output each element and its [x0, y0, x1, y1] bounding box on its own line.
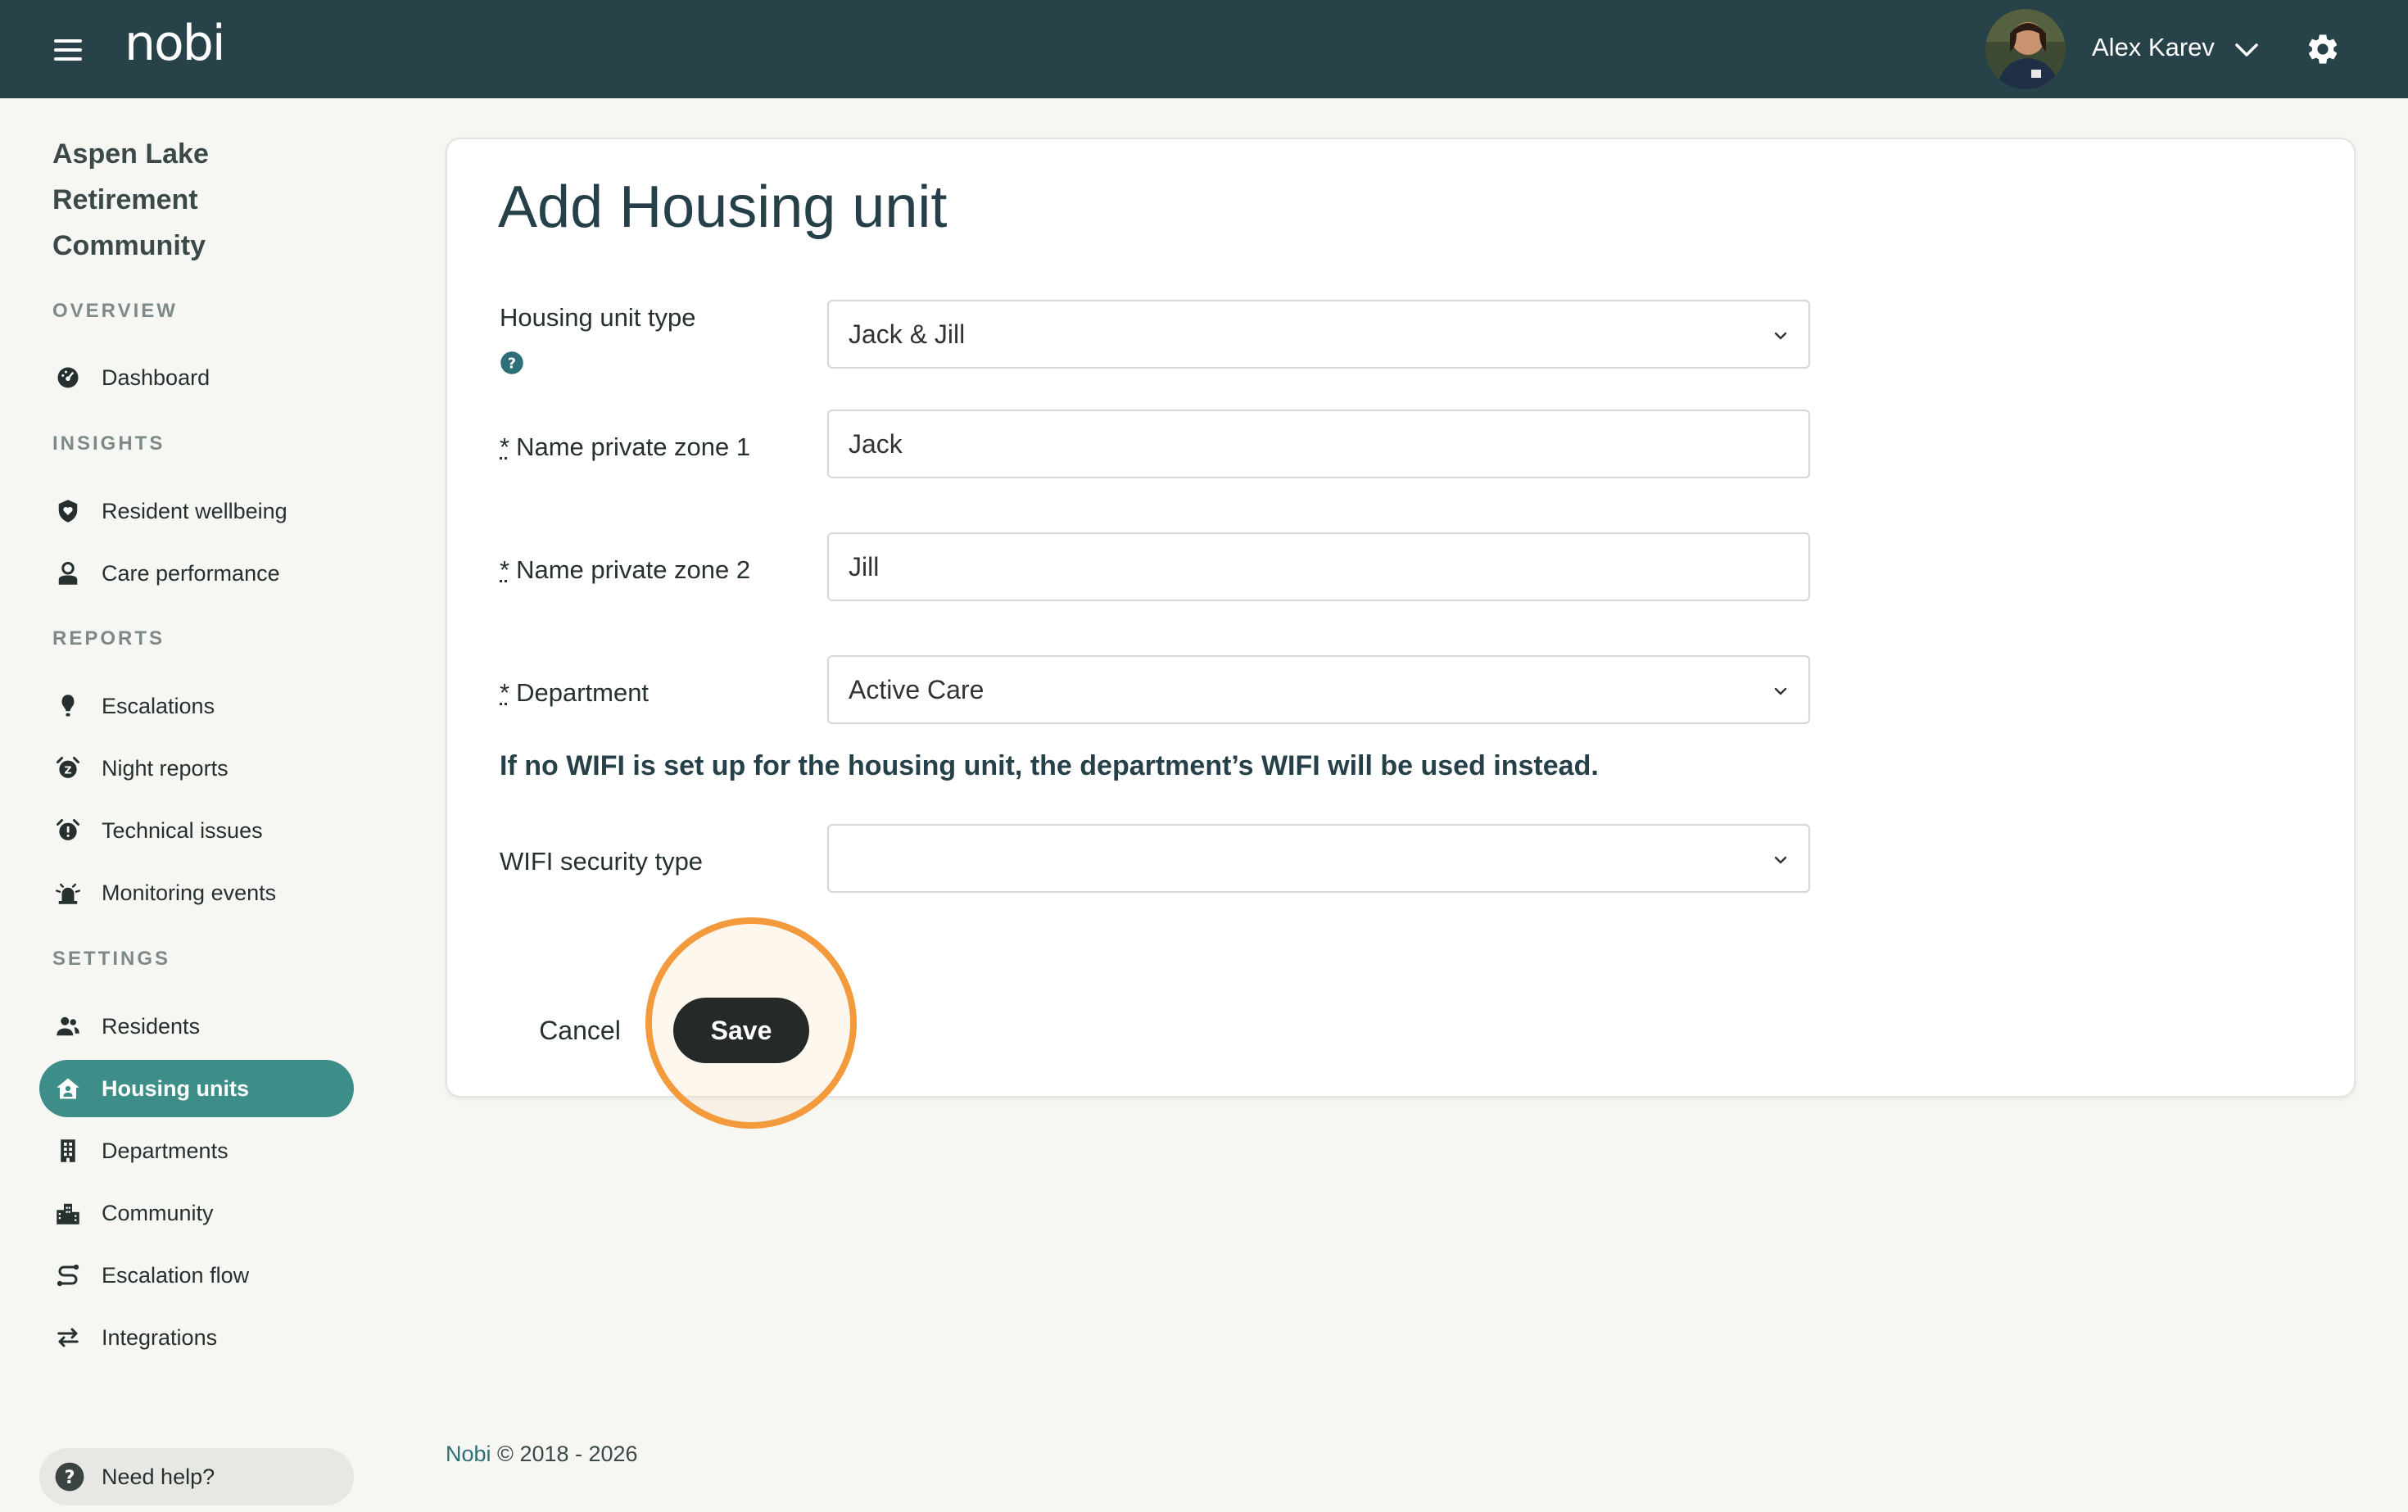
arrows-exchange-icon [57, 1328, 79, 1347]
wifi-security-label: WIFI security type [500, 847, 704, 876]
housing-unit-type-label: Housing unit type [500, 303, 696, 332]
need-help-button[interactable]: ? Need help? [39, 1448, 354, 1505]
siren-icon [56, 883, 80, 904]
dashboard-icon [57, 367, 79, 388]
sidebar-item-label: Residents [102, 1013, 201, 1039]
required-mark: * [500, 555, 510, 584]
housing-unit-type-select[interactable]: Jack & Jill [827, 300, 1810, 369]
section-reports: REPORTS [52, 627, 165, 650]
user-name[interactable]: Alex Karev [2092, 33, 2215, 62]
sidebar-item-technical-issues[interactable]: Technical issues [39, 802, 354, 859]
sidebar-item-escalations[interactable]: Escalations [39, 677, 354, 735]
svg-text:?: ? [65, 1467, 75, 1488]
wifi-security-select[interactable] [827, 824, 1810, 893]
department-label-text: Department [516, 678, 650, 707]
section-settings: SETTINGS [52, 948, 171, 970]
city-icon [57, 1203, 79, 1225]
sidebar-item-care-performance[interactable]: Care performance [39, 545, 354, 602]
sidebar-item-label: Night reports [102, 755, 229, 781]
building-icon [61, 1139, 75, 1162]
people-icon [57, 1016, 79, 1036]
need-help-label: Need help? [102, 1464, 215, 1489]
save-button[interactable]: Save [673, 998, 809, 1063]
sidebar-item-label: Community [102, 1200, 214, 1225]
sidebar-item-residents[interactable]: Residents [39, 998, 354, 1055]
flow-icon [57, 1264, 79, 1287]
help-icon[interactable]: ? [500, 351, 524, 375]
department-label: * Department [500, 678, 649, 708]
gear-icon[interactable] [2305, 31, 2341, 67]
zone2-label: * Name private zone 2 [500, 555, 750, 585]
chevron-down-icon[interactable] [2233, 36, 2261, 64]
menu-icon[interactable] [54, 39, 82, 61]
sidebar-item-label: Escalation flow [102, 1262, 250, 1288]
shield-heart-icon [58, 500, 78, 523]
alarm-clock-icon: Z [57, 757, 79, 778]
zone2-input[interactable] [827, 532, 1810, 601]
zone2-label-text: Name private zone 2 [516, 555, 751, 584]
chevron-down-icon [1774, 856, 1787, 864]
sidebar-item-label: Resident wellbeing [102, 498, 287, 523]
sidebar-item-label: Housing units [102, 1075, 249, 1101]
sidebar-item-community[interactable]: Community [39, 1184, 354, 1242]
department-value: Active Care [849, 674, 984, 704]
alarm-warning-icon [57, 819, 79, 840]
nobi-logo[interactable]: nobi [124, 15, 225, 72]
sidebar-item-escalation-flow[interactable]: Escalation flow [39, 1247, 354, 1304]
sidebar-item-label: Technical issues [102, 817, 263, 843]
wifi-note: If no WIFI is set up for the housing uni… [500, 750, 1599, 781]
sidebar-item-label: Departments [102, 1138, 229, 1163]
zone1-label-text: Name private zone 1 [516, 432, 751, 461]
sidebar-item-night-reports[interactable]: Z Night reports [39, 740, 354, 797]
housing-unit-type-value: Jack & Jill [849, 319, 966, 349]
top-bar: nobi Alex Karev [0, 0, 2408, 98]
sidebar-item-resident-wellbeing[interactable]: Resident wellbeing [39, 482, 354, 540]
sidebar-item-departments[interactable]: Departments [39, 1122, 354, 1179]
sidebar-item-housing-units[interactable]: Housing units [39, 1060, 354, 1117]
footer-copyright: © 2018 - 2026 [497, 1442, 638, 1466]
question-icon: ? [55, 1462, 84, 1492]
department-select[interactable]: Active Care [827, 655, 1810, 724]
sidebar-item-label: Integrations [102, 1324, 218, 1350]
required-mark: * [500, 432, 510, 461]
section-overview: OVERVIEW [52, 300, 178, 322]
svg-text:Z: Z [64, 763, 71, 776]
chevron-down-icon [1774, 332, 1787, 340]
cancel-button[interactable]: Cancel [519, 996, 640, 1065]
house-person-icon [57, 1078, 79, 1099]
caregiver-icon [58, 562, 78, 585]
chevron-down-icon [1774, 687, 1787, 695]
alert-icon [61, 695, 75, 717]
footer-brand-link[interactable]: Nobi [446, 1442, 491, 1466]
zone1-label: * Name private zone 1 [500, 432, 750, 462]
sidebar-item-dashboard[interactable]: Dashboard [39, 349, 354, 406]
zone1-input[interactable] [827, 410, 1810, 478]
required-mark: * [500, 678, 510, 707]
avatar[interactable] [1985, 9, 2066, 89]
svg-text:?: ? [508, 355, 516, 372]
sidebar-item-integrations[interactable]: Integrations [39, 1309, 354, 1366]
sidebar-item-label: Care performance [102, 560, 280, 586]
sidebar-item-label: Escalations [102, 693, 215, 718]
sidebar-item-monitoring-events[interactable]: Monitoring events [39, 864, 354, 921]
sidebar-item-label: Dashboard [102, 364, 210, 390]
org-name: Aspen Lake Retirement Community [52, 138, 209, 261]
sidebar-item-label: Monitoring events [102, 880, 277, 905]
page-title: Add Housing unit [498, 174, 948, 240]
section-insights: INSIGHTS [52, 432, 165, 455]
footer: Nobi © 2018 - 2026 [446, 1442, 638, 1467]
